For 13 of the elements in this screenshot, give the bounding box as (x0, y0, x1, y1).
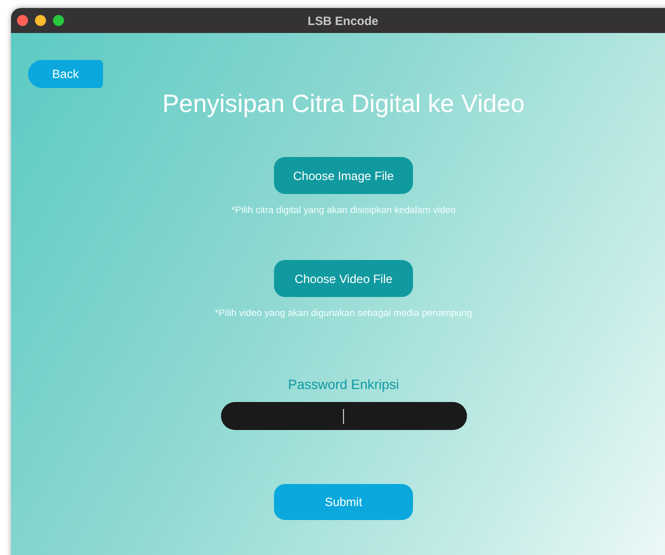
zoom-button[interactable] (53, 15, 64, 26)
back-button[interactable]: Back (28, 60, 103, 88)
close-button[interactable] (17, 15, 28, 26)
page-heading: Penyisipan Citra Digital ke Video (162, 89, 525, 120)
submit-button[interactable]: Submit (274, 484, 413, 520)
password-label: Password Enkripsi (288, 377, 400, 392)
hint-text: *Pilih citra digital yang akan disisipkan kedalam video (231, 205, 456, 216)
hint-text: *Pilih video yang akan digunakan sebagai media penampung (214, 308, 472, 319)
window-title: LSB Encode (308, 14, 378, 28)
choose-file-button[interactable]: Choose Image File (274, 157, 413, 194)
choose-file-button[interactable]: Choose Video File (274, 260, 413, 297)
password-field[interactable] (220, 402, 466, 430)
minimize-button[interactable] (35, 15, 46, 26)
